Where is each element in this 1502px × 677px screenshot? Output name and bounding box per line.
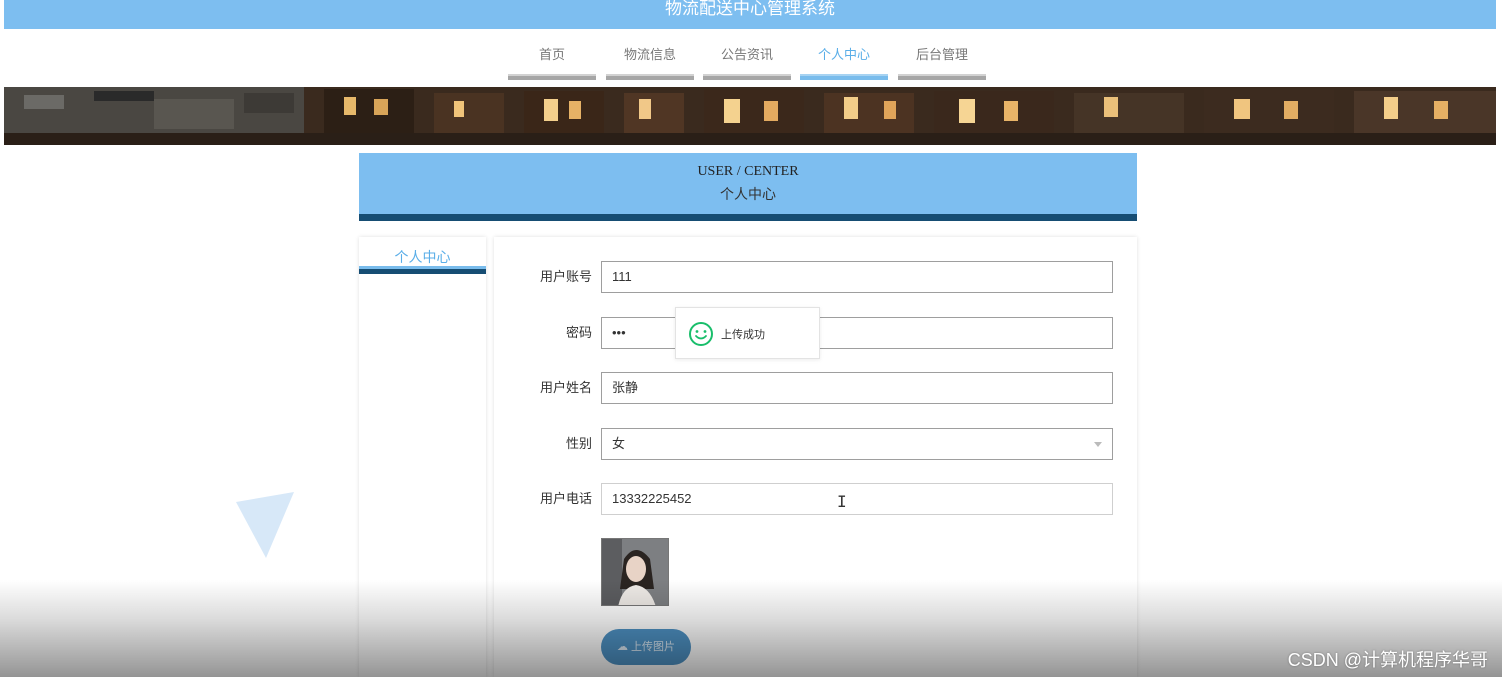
nav-logistics[interactable]: 物流信息 (606, 46, 694, 80)
phone-input[interactable]: 13332225452 (601, 483, 1113, 515)
nav-home[interactable]: 首页 (508, 46, 596, 80)
nav-home-label: 首页 (538, 47, 565, 62)
avatar-image (601, 538, 669, 606)
profile-form: 用户账号 111 密码 ••• 用户姓名 张静 性别 女 用户电话 133322… (494, 237, 1137, 677)
text-cursor-icon: I (837, 492, 847, 511)
form-row-account: 用户账号 111 (494, 261, 1137, 293)
gender-select-value: 女 (612, 436, 626, 451)
nav-personal-center[interactable]: 个人中心 (800, 46, 888, 80)
nav-underline-active (800, 74, 888, 80)
sidebar-item-personal-center[interactable]: 个人中心 (359, 237, 486, 274)
password-label: 密码 (565, 325, 592, 340)
section-title-en: USER / CENTER (697, 164, 799, 179)
section-title-cn: 个人中心 (720, 186, 776, 202)
nav-underline (606, 74, 694, 80)
success-toast: 上传成功 (675, 307, 820, 359)
gender-select[interactable]: 女 (601, 428, 1113, 460)
nav-underline (508, 74, 596, 80)
smile-icon (689, 322, 713, 346)
nav-admin[interactable]: 后台管理 (898, 46, 986, 80)
nav-announcements[interactable]: 公告资讯 (703, 46, 791, 80)
banner-image (4, 87, 1496, 145)
sidebar: 个人中心 (359, 237, 486, 677)
phone-label: 用户电话 (539, 491, 592, 506)
toast-message: 上传成功 (721, 329, 765, 341)
account-input[interactable]: 111 (601, 261, 1113, 293)
play-triangle-icon (236, 492, 294, 558)
upload-button-label: 上传图片 (631, 641, 676, 653)
nav-announcements-label: 公告资讯 (720, 47, 773, 62)
name-input[interactable]: 张静 (601, 372, 1113, 404)
name-label: 用户姓名 (539, 380, 592, 395)
upload-image-button[interactable]: ☁ 上传图片 (601, 629, 691, 665)
section-header: USER / CENTER 个人中心 (359, 153, 1137, 221)
nav-underline (898, 74, 986, 80)
nav-underline (703, 74, 791, 80)
account-label: 用户账号 (539, 269, 592, 284)
nav-personal-center-label: 个人中心 (817, 47, 870, 62)
top-bar: 物流配送中心管理系统 (4, 0, 1496, 29)
nav-logistics-label: 物流信息 (623, 47, 676, 62)
form-row-phone: 用户电话 13332225452 (494, 483, 1137, 515)
site-title: 物流配送中心管理系统 (665, 0, 835, 18)
cloud-upload-icon: ☁ (616, 641, 628, 653)
chevron-down-icon (1094, 442, 1102, 447)
gender-label: 性别 (565, 436, 592, 451)
nav-admin-label: 后台管理 (915, 47, 968, 62)
form-row-gender: 性别 女 (494, 428, 1137, 460)
form-row-name: 用户姓名 张静 (494, 372, 1137, 404)
watermark: CSDN @计算机程序华哥 (1287, 650, 1488, 670)
